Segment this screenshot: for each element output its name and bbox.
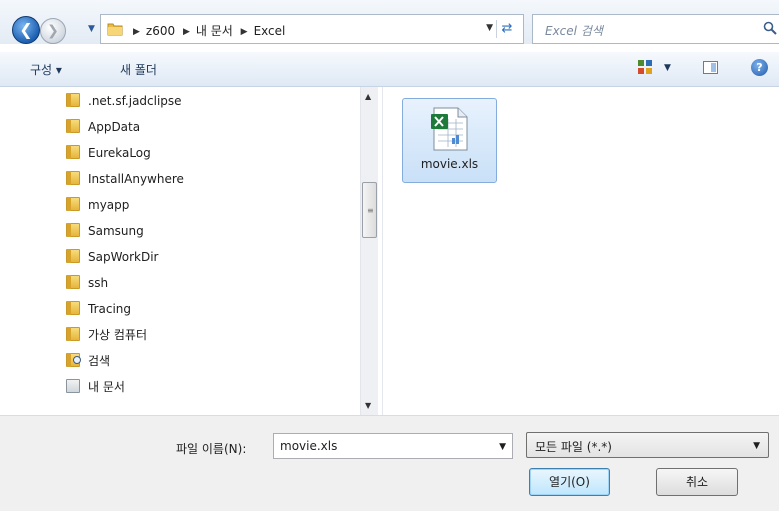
folder-icon xyxy=(66,197,80,211)
folder-icon xyxy=(66,301,80,315)
nav-item[interactable]: .net.sf.jadclipse xyxy=(66,88,182,114)
command-bar: 구성 ▾ 새 폴더 ▼ ? xyxy=(0,52,779,87)
search-icon[interactable] xyxy=(763,21,777,35)
folder-icon xyxy=(66,171,80,185)
folder-icon xyxy=(66,145,80,159)
cancel-button[interactable]: 취소 xyxy=(656,468,738,496)
breadcrumb-arrow-icon[interactable]: ▶ xyxy=(133,27,140,37)
search-placeholder: Excel 검색 xyxy=(545,24,603,38)
scroll-up-icon[interactable]: ▲ xyxy=(365,92,371,101)
file-name-value: movie.xls xyxy=(280,439,338,453)
scrollbar-thumb[interactable]: ≡ xyxy=(362,182,377,238)
file-name: movie.xls xyxy=(420,157,479,171)
forward-button[interactable]: ❯ xyxy=(40,18,66,44)
nav-item[interactable]: myapp xyxy=(66,192,129,218)
grip-icon: ≡ xyxy=(367,206,374,215)
address-bar: ❮ ❯ ▼ ▶ z600 ▶ 내 문서 ▶ Excel ▼ ⇄ Excel 검색 xyxy=(0,0,779,44)
folder-icon xyxy=(66,249,80,263)
new-folder-button[interactable]: 새 폴더 xyxy=(120,61,157,78)
file-list: movie.xls xyxy=(383,87,779,415)
breadcrumb-arrow-icon[interactable]: ▶ xyxy=(183,27,190,37)
folder-icon xyxy=(66,119,80,133)
nav-scrollbar[interactable]: ▲ ≡ ▼ xyxy=(360,87,378,415)
help-icon[interactable]: ? xyxy=(751,59,768,76)
dialog-footer: 파일 이름(N): movie.xls ▼ 모든 파일 (*.*) ▼ 열기(O… xyxy=(0,415,779,511)
chevron-down-icon[interactable]: ▼ xyxy=(486,23,493,33)
refresh-icon[interactable]: ⇄ xyxy=(496,20,517,38)
search-input[interactable]: Excel 검색 xyxy=(532,14,779,44)
views-dropdown-icon[interactable]: ▼ xyxy=(664,63,671,73)
breadcrumb-arrow-icon[interactable]: ▶ xyxy=(241,27,248,37)
nav-item[interactable]: Tracing xyxy=(66,296,131,322)
folder-icon xyxy=(66,327,80,341)
scroll-down-icon[interactable]: ▼ xyxy=(365,401,371,410)
open-button[interactable]: 열기(O) xyxy=(529,468,610,496)
back-button[interactable]: ❮ xyxy=(12,16,40,44)
path-box[interactable]: ▶ z600 ▶ 내 문서 ▶ Excel ▼ ⇄ xyxy=(100,14,524,44)
history-dropdown-icon[interactable]: ▼ xyxy=(88,24,95,34)
folder-icon xyxy=(66,275,80,289)
file-type-value: 모든 파일 (*.*) xyxy=(535,440,612,454)
nav-item[interactable]: SapWorkDir xyxy=(66,244,158,270)
breadcrumb: ▶ z600 ▶ 내 문서 ▶ Excel xyxy=(129,22,285,39)
nav-item[interactable]: InstallAnywhere xyxy=(66,166,184,192)
breadcrumb-item[interactable]: z600 xyxy=(146,24,175,38)
navigation-pane: .net.sf.jadclipse AppData EurekaLog Inst… xyxy=(0,87,382,415)
nav-item[interactable]: 내 문서 xyxy=(66,374,125,400)
breadcrumb-item[interactable]: Excel xyxy=(254,24,286,38)
views-icon[interactable] xyxy=(638,60,652,74)
excel-file-icon xyxy=(431,107,468,151)
search-folder-icon xyxy=(66,353,81,367)
documents-icon xyxy=(66,379,80,393)
nav-item[interactable]: ssh xyxy=(66,270,108,296)
file-name-label: 파일 이름(N): xyxy=(176,442,247,456)
nav-item[interactable]: EurekaLog xyxy=(66,140,151,166)
folder-icon xyxy=(66,223,80,237)
nav-item[interactable]: 검색 xyxy=(66,348,110,374)
preview-pane-icon[interactable] xyxy=(703,61,718,74)
nav-item[interactable]: AppData xyxy=(66,114,140,140)
nav-item[interactable]: 가상 컴퓨터 xyxy=(66,322,147,348)
file-item[interactable]: movie.xls xyxy=(402,98,497,183)
breadcrumb-item[interactable]: 내 문서 xyxy=(196,24,233,38)
folder-icon xyxy=(107,23,123,36)
chevron-down-icon[interactable]: ▼ xyxy=(499,442,506,452)
folder-icon xyxy=(66,93,80,107)
chevron-down-icon: ▼ xyxy=(753,441,760,451)
nav-item[interactable]: Samsung xyxy=(66,218,144,244)
organize-button[interactable]: 구성 ▾ xyxy=(30,61,62,78)
file-name-field[interactable]: movie.xls ▼ xyxy=(273,433,513,459)
file-type-select[interactable]: 모든 파일 (*.*) ▼ xyxy=(526,432,769,458)
